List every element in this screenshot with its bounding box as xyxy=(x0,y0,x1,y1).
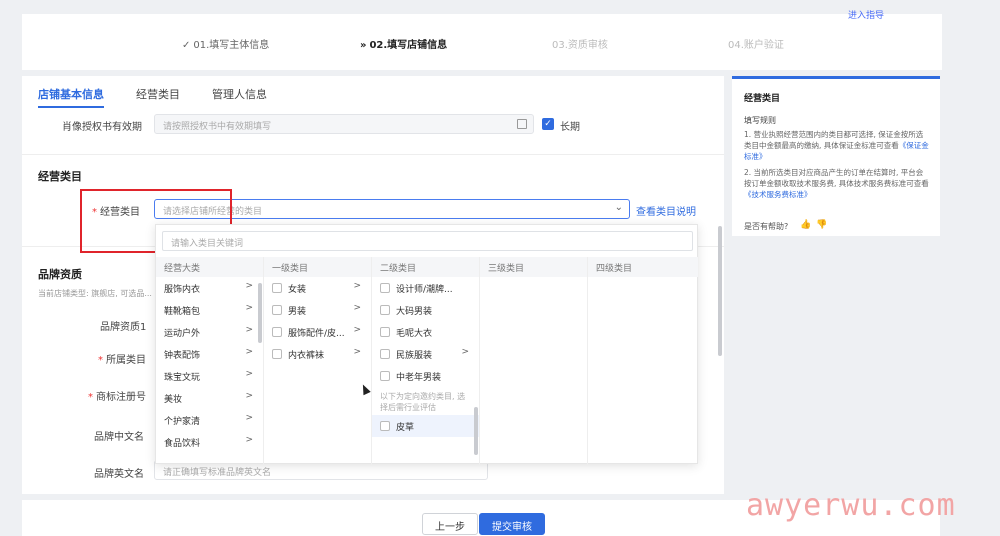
check-icon: ✓ xyxy=(182,40,191,51)
brand-1-label: 品牌资质1 xyxy=(100,322,147,333)
step-3: 03.资质审核 xyxy=(552,40,608,51)
help-panel: 经营类目 填写规则 1. 营业执照经营范围内的类目都可选择, 保证金按所选类目中… xyxy=(732,76,940,236)
tab-store-basic[interactable]: 店铺基本信息 xyxy=(38,86,104,102)
invite-only-note: 以下为定向邀约类目, 选择后需行业评估 xyxy=(380,392,466,412)
chevron-right-icon: > xyxy=(245,325,253,335)
column-header: 经营大类 xyxy=(156,257,263,277)
column-header: 二级类目 xyxy=(372,257,479,277)
long-term-label: 长期 xyxy=(560,122,580,133)
level4-category-column: 四级类目 xyxy=(588,257,698,465)
list-item[interactable]: 服饰配件/皮... > xyxy=(264,321,371,343)
prev-step-button[interactable]: 上一步 xyxy=(422,513,478,535)
brand-cn-label: 品牌中文名 xyxy=(94,432,144,443)
list-item[interactable]: 中老年男装 xyxy=(372,365,479,387)
level2-category-column: 二级类目 设计师/潮牌... 大码男装 毛呢大衣 民族服装 > 中老年男装 以下为… xyxy=(372,257,480,465)
form-scrollbar[interactable] xyxy=(718,226,722,356)
checkbox xyxy=(380,305,390,315)
category-cascader: 请输入类目关键词 经营大类 服饰内衣 > 鞋靴箱包 > 运动户外 > 钟表配饰 > 珠宝… xyxy=(155,224,698,465)
column-header: 三级类目 xyxy=(480,257,587,277)
submit-review-button[interactable]: 提交审核 xyxy=(479,513,545,535)
watermark: awyerwu.com xyxy=(746,488,956,523)
category-section-title: 经营类目 xyxy=(38,170,82,183)
owner-category-label: * 所属类目 xyxy=(98,355,146,366)
chevron-right-icon: > xyxy=(353,325,361,335)
step-1: ✓ 01.填写主体信息 xyxy=(182,40,270,51)
checkbox xyxy=(380,421,390,431)
chevron-right-icon: > xyxy=(245,369,253,379)
active-tab-indicator xyxy=(38,106,104,108)
list-item[interactable]: 个护家清 > xyxy=(156,409,263,431)
list-item[interactable]: 内衣裤袜 > xyxy=(264,343,371,365)
chevron-right-icon: > xyxy=(353,281,361,291)
help-subtitle: 填写规则 xyxy=(744,116,776,125)
column-header: 四级类目 xyxy=(588,257,698,277)
list-item[interactable]: 美妆 > xyxy=(156,387,263,409)
rule-2: 2. 当前所选类目对应商品产生的订单在结算时, 平台会按订单金额收取技术服务费,… xyxy=(744,168,929,199)
list-item[interactable]: 设计师/潮牌... xyxy=(372,277,479,299)
chevron-right-icon: > xyxy=(245,281,253,291)
checkbox xyxy=(380,371,390,381)
list-item[interactable]: 鞋靴箱包 > xyxy=(156,299,263,321)
service-fee-link[interactable]: 《技术服务费标准》 xyxy=(744,190,812,199)
chevron-right-icon: > xyxy=(245,435,253,445)
double-chevron-icon: » xyxy=(360,40,367,51)
thumb-up-icon[interactable]: 👍 xyxy=(800,220,811,230)
chevron-right-icon: > xyxy=(245,413,253,423)
list-item[interactable]: 运动户外 > xyxy=(156,321,263,343)
help-title: 经营类目 xyxy=(744,94,781,104)
list-item[interactable]: 大码男装 xyxy=(372,299,479,321)
list-item[interactable]: 钟表配饰 > xyxy=(156,343,263,365)
chevron-right-icon: > xyxy=(245,391,253,401)
major-category-column: 经营大类 服饰内衣 > 鞋靴箱包 > 运动户外 > 钟表配饰 > 珠宝文玩 > 美妆 > 个… xyxy=(156,257,264,465)
list-item[interactable]: 服饰内衣 > xyxy=(156,277,263,299)
tab-manager[interactable]: 管理人信息 xyxy=(212,86,267,102)
brand-hint: 当前店铺类型: 旗舰店, 可选品... xyxy=(38,289,152,298)
portrait-label: 肖像授权书有效期 xyxy=(62,122,142,133)
chevron-right-icon: > xyxy=(245,347,253,357)
category-search-input[interactable]: 请输入类目关键词 xyxy=(162,231,693,251)
thumb-down-icon[interactable]: 👎 xyxy=(816,220,827,230)
checkbox xyxy=(272,349,282,359)
list-item[interactable]: 毛呢大衣 xyxy=(372,321,479,343)
step-4: 04.账户验证 xyxy=(728,40,784,51)
brand-section-title: 品牌资质 xyxy=(38,268,82,281)
divider xyxy=(22,154,724,155)
level3-category-column: 三级类目 xyxy=(480,257,588,465)
checkbox xyxy=(380,349,390,359)
chevron-right-icon: > xyxy=(245,303,253,313)
list-item[interactable]: 食品饮料 > xyxy=(156,431,263,453)
list-item[interactable]: 皮草 xyxy=(372,415,479,437)
helpful-question: 是否有帮助? xyxy=(744,222,789,231)
long-term-checkbox[interactable]: ✓ xyxy=(542,118,554,130)
list-item[interactable]: 女装 > xyxy=(264,277,371,299)
rule-1: 1. 营业执照经营范围内的类目都可选择, 保证金按所选类目中金额最高的缴纳, 具… xyxy=(744,130,929,161)
chevron-down-icon: ⌄ xyxy=(614,202,623,213)
step-bar: 进入指导 ✓ 01.填写主体信息 » 02.填写店铺信息 03.资质审核 04.账户… xyxy=(22,11,942,70)
level1-category-column: 一级类目 女装 > 男装 > 服饰配件/皮... > 内衣裤袜 > xyxy=(264,257,372,465)
list-item[interactable]: 珠宝文玩 > xyxy=(156,365,263,387)
brand-en-label: 品牌英文名 xyxy=(94,469,144,480)
list-item[interactable]: 男装 > xyxy=(264,299,371,321)
list-item[interactable]: 民族服装 > xyxy=(372,343,479,365)
checkbox xyxy=(272,283,282,293)
step-2: » 02.填写店铺信息 xyxy=(360,40,448,51)
calendar-icon xyxy=(517,119,527,129)
column-scrollbar[interactable] xyxy=(474,407,478,455)
trademark-label: * 商标注册号 xyxy=(88,392,146,403)
checkbox xyxy=(380,327,390,337)
checkbox xyxy=(272,305,282,315)
guide-link[interactable]: 进入指导 xyxy=(848,8,884,21)
chevron-right-icon: > xyxy=(461,347,469,357)
checkbox xyxy=(380,283,390,293)
chevron-right-icon: > xyxy=(353,347,361,357)
category-help-link[interactable]: 查看类目说明 xyxy=(636,203,696,218)
chevron-right-icon: > xyxy=(353,303,361,313)
column-header: 一级类目 xyxy=(264,257,371,277)
portrait-date-input[interactable]: 请按照授权书中有效期填写 xyxy=(154,114,534,134)
checkbox xyxy=(272,327,282,337)
column-scrollbar[interactable] xyxy=(258,283,262,343)
tab-category[interactable]: 经营类目 xyxy=(136,86,180,102)
